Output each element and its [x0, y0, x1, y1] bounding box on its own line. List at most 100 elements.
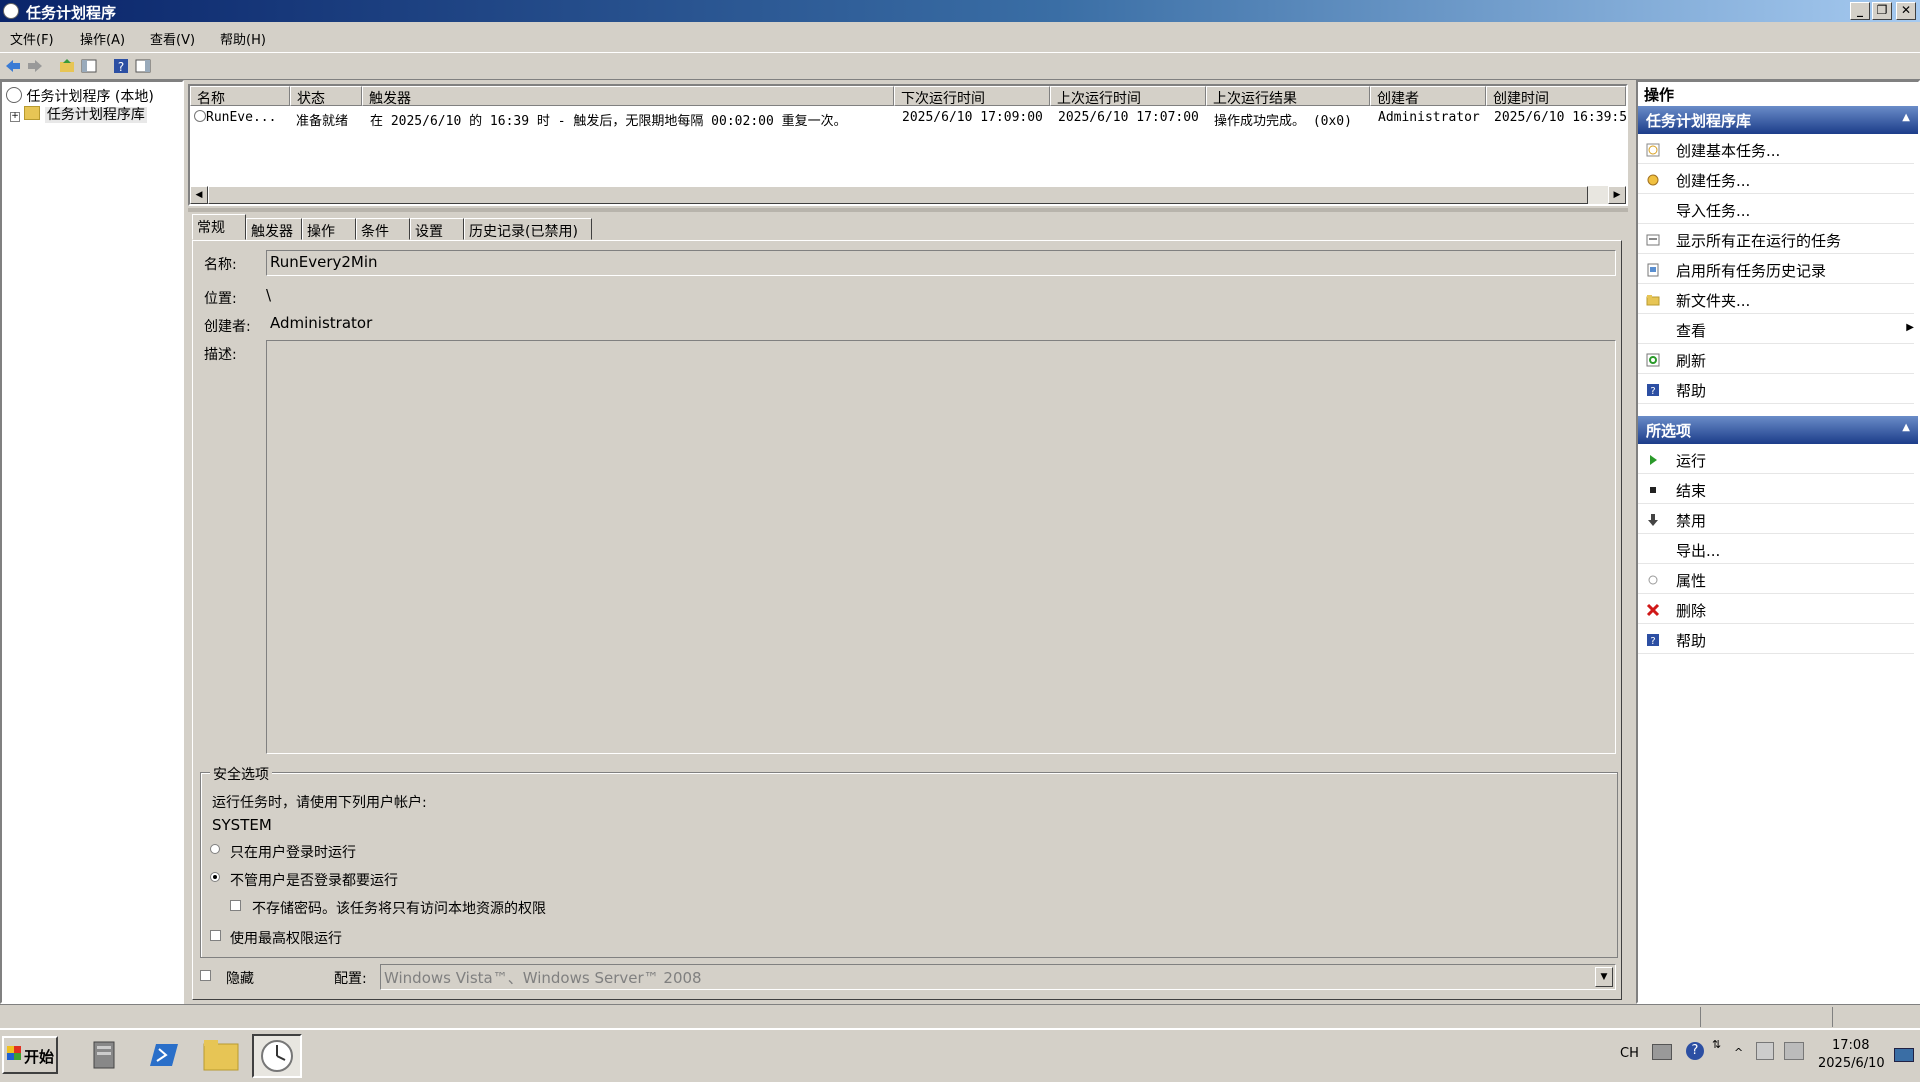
menu-view[interactable]: 查看(V)	[150, 29, 195, 48]
action-refresh[interactable]: 刷新	[1638, 346, 1914, 374]
no-store-password-label: 不存储密码。该任务将只有访问本地资源的权限	[252, 901, 546, 917]
folder-icon	[1646, 295, 1660, 306]
description-field[interactable]	[266, 340, 1616, 754]
tab-conditions[interactable]: 条件	[356, 218, 410, 240]
task-list: 名称 状态 触发器 下次运行时间 上次运行时间 上次运行结果 创建者 创建时间 …	[188, 84, 1628, 206]
server-manager-icon	[93, 1041, 115, 1069]
tree-root[interactable]: 任务计划程序 (本地)	[6, 86, 154, 106]
col-next-run[interactable]: 下次运行时间	[894, 86, 1050, 106]
clock-time[interactable]: 17:08	[1832, 1038, 1869, 1053]
col-status[interactable]: 状态	[290, 86, 362, 106]
col-created[interactable]: 创建时间	[1486, 86, 1626, 106]
taskbar-server-manager[interactable]	[80, 1034, 130, 1078]
language-indicator[interactable]: CH	[1620, 1046, 1639, 1061]
section-selected-item-label: 所选项	[1646, 422, 1692, 440]
create-task-icon	[1647, 174, 1659, 186]
radio-logged-on-label: 只在用户登录时运行	[230, 845, 356, 861]
taskbar-task-scheduler[interactable]	[252, 1034, 302, 1078]
col-name[interactable]: 名称	[190, 86, 290, 106]
restore-button[interactable]: ❐	[1872, 2, 1892, 20]
radio-always[interactable]	[210, 872, 220, 882]
action-label: 删除	[1676, 602, 1707, 620]
show-hidden-icons-icon[interactable]: ^	[1734, 1046, 1743, 1059]
action-label: 刷新	[1676, 352, 1707, 370]
chevron-down-icon[interactable]: ▼	[1595, 967, 1613, 987]
cell-created: 2025/6/10 16:39:5	[1494, 110, 1626, 125]
horizontal-scrollbar[interactable]: ◀ ▶	[190, 186, 1626, 204]
keyboard-icon[interactable]	[1652, 1044, 1672, 1060]
action-end[interactable]: 结束	[1638, 476, 1914, 504]
scroll-right-arrow[interactable]: ▶	[1608, 186, 1626, 204]
action-create-task[interactable]: 创建任务...	[1638, 166, 1914, 194]
col-last-run[interactable]: 上次运行时间	[1050, 86, 1206, 106]
task-name-field[interactable]: RunEvery2Min	[266, 250, 1616, 276]
action-help-1[interactable]: ? 帮助	[1638, 376, 1914, 404]
collapse-icon[interactable]: ▲	[1902, 112, 1910, 123]
tab-general[interactable]: 常规	[192, 214, 246, 240]
cell-trigger: 在 2025/6/10 的 16:39 时 - 触发后，无限期地每隔 00:02…	[370, 114, 847, 129]
show-desktop-icon[interactable]	[1894, 1048, 1914, 1062]
network-icon[interactable]	[1784, 1042, 1804, 1060]
clock-icon	[261, 1040, 293, 1072]
action-disable[interactable]: 禁用	[1638, 506, 1914, 534]
properties-icon[interactable]	[134, 57, 152, 75]
no-store-password-checkbox[interactable]	[230, 900, 241, 911]
window-title: 任务计划程序	[26, 4, 117, 22]
action-label: 创建基本任务...	[1676, 142, 1781, 160]
tree-item-label: 任务计划程序库	[44, 107, 147, 123]
hidden-checkbox[interactable]	[200, 970, 211, 981]
menu-help[interactable]: 帮助(H)	[220, 29, 266, 48]
help-icon[interactable]: ?	[1686, 1042, 1704, 1060]
tab-settings[interactable]: 设置	[410, 218, 464, 240]
action-view[interactable]: 查看 ▶	[1638, 316, 1914, 344]
tab-triggers[interactable]: 触发器	[246, 218, 302, 240]
action-delete[interactable]: 删除	[1638, 596, 1914, 624]
close-button[interactable]: ✕	[1896, 2, 1916, 20]
forward-icon[interactable]	[26, 57, 44, 75]
action-create-basic-task[interactable]: 创建基本任务...	[1638, 136, 1914, 164]
highest-privileges-checkbox[interactable]	[210, 930, 221, 941]
action-run[interactable]: 运行	[1638, 446, 1914, 474]
action-properties[interactable]: 属性	[1638, 566, 1914, 594]
taskbar-powershell[interactable]	[138, 1034, 188, 1078]
menu-file[interactable]: 文件(F)	[10, 29, 54, 48]
help-icon[interactable]: ?	[112, 57, 130, 75]
clock-date[interactable]: 2025/6/10	[1818, 1056, 1885, 1071]
folder-icon	[203, 1040, 239, 1071]
action-new-folder[interactable]: 新文件夹...	[1638, 286, 1914, 314]
splitter[interactable]	[188, 208, 1628, 212]
delete-icon	[1646, 603, 1660, 617]
action-show-running-tasks[interactable]: 显示所有正在运行的任务	[1638, 226, 1914, 254]
col-trigger[interactable]: 触发器	[362, 86, 894, 106]
start-button[interactable]: 开始	[2, 1036, 58, 1074]
action-enable-history[interactable]: 启用所有任务历史记录	[1638, 256, 1914, 284]
section-task-library[interactable]: 任务计划程序库 ▲	[1638, 106, 1918, 134]
options-icon[interactable]: ⇅	[1712, 1038, 1721, 1051]
action-help-2[interactable]: ? 帮助	[1638, 626, 1914, 654]
create-basic-task-icon	[1646, 143, 1660, 157]
scroll-left-arrow[interactable]: ◀	[190, 186, 208, 204]
tab-history[interactable]: 历史记录(已禁用)	[464, 218, 592, 240]
col-last-result[interactable]: 上次运行结果	[1206, 86, 1370, 106]
section-selected-item[interactable]: 所选项 ▲	[1638, 416, 1918, 444]
show-hide-tree-icon[interactable]	[80, 57, 98, 75]
taskbar-explorer[interactable]	[196, 1034, 246, 1078]
menu-action[interactable]: 操作(A)	[80, 29, 125, 48]
up-folder-icon[interactable]	[58, 57, 76, 75]
col-author[interactable]: 创建者	[1370, 86, 1486, 106]
radio-logged-on[interactable]	[210, 844, 220, 854]
action-export[interactable]: 导出...	[1638, 536, 1914, 564]
collapse-icon[interactable]: ▲	[1902, 422, 1910, 433]
folder-icon	[24, 106, 41, 120]
action-label: 禁用	[1676, 512, 1707, 530]
tab-actions[interactable]: 操作	[302, 218, 356, 240]
scroll-thumb[interactable]	[208, 186, 1588, 204]
volume-muted-icon[interactable]	[1756, 1042, 1774, 1060]
location-value: \	[266, 286, 272, 304]
action-import-task[interactable]: 导入任务...	[1638, 196, 1914, 224]
config-select[interactable]: Windows Vista™、Windows Server™ 2008 ▼	[380, 964, 1616, 990]
back-icon[interactable]	[4, 57, 22, 75]
minimize-button[interactable]: _	[1850, 2, 1870, 20]
tree-item-task-library[interactable]: + 任务计划程序库	[10, 104, 147, 124]
expand-icon[interactable]: +	[10, 112, 20, 122]
